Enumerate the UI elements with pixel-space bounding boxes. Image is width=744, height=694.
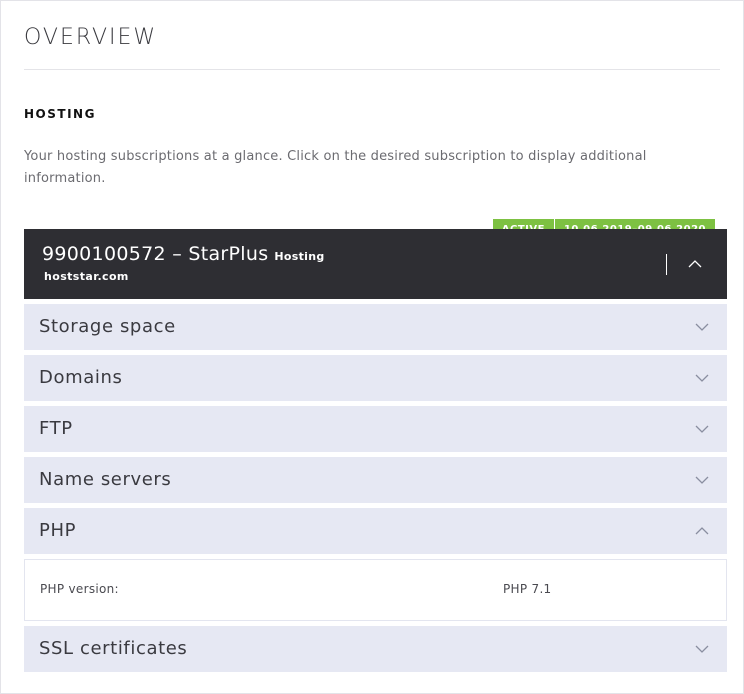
page-title: OVERVIEW <box>24 25 158 50</box>
section-label: SSL certificates <box>39 638 188 659</box>
section-storage-space[interactable]: Storage space <box>24 304 727 350</box>
subscription-number-product: 9900100572 – StarPlus <box>42 243 269 265</box>
section-php[interactable]: PHP <box>24 508 727 554</box>
section-ssl-certificates[interactable]: SSL certificates <box>24 626 727 672</box>
hosting-heading: HOSTING <box>24 107 96 121</box>
chevron-down-icon <box>695 374 709 382</box>
subscription-title: 9900100572 – StarPlus Hosting <box>42 243 325 265</box>
section-label: FTP <box>39 418 73 439</box>
section-domains[interactable]: Domains <box>24 355 727 401</box>
chevron-down-icon <box>695 476 709 484</box>
subscription-product-type: Hosting <box>274 250 325 263</box>
section-label: Domains <box>39 367 123 388</box>
header-divider <box>666 254 667 275</box>
section-label: Name servers <box>39 469 172 490</box>
chevron-up-icon <box>695 527 709 535</box>
chevron-down-icon <box>695 323 709 331</box>
chevron-down-icon <box>695 645 709 653</box>
section-name-servers[interactable]: Name servers <box>24 457 727 503</box>
title-divider <box>24 69 720 70</box>
section-ftp[interactable]: FTP <box>24 406 727 452</box>
php-version-value: PHP 7.1 <box>503 582 552 596</box>
chevron-up-icon[interactable] <box>686 255 704 273</box>
section-label: Storage space <box>39 316 176 337</box>
overview-panel: OVERVIEW HOSTING Your hosting subscripti… <box>0 0 744 694</box>
chevron-down-icon <box>695 425 709 433</box>
php-details: PHP version: PHP 7.1 <box>24 559 727 621</box>
hosting-intro-text: Your hosting subscriptions at a glance. … <box>24 149 647 186</box>
subscription-header[interactable]: 9900100572 – StarPlus Hosting hoststar.c… <box>24 229 727 299</box>
section-label: PHP <box>39 520 77 541</box>
subscription-domain: hoststar.com <box>44 270 129 283</box>
php-version-label: PHP version: <box>40 582 119 596</box>
